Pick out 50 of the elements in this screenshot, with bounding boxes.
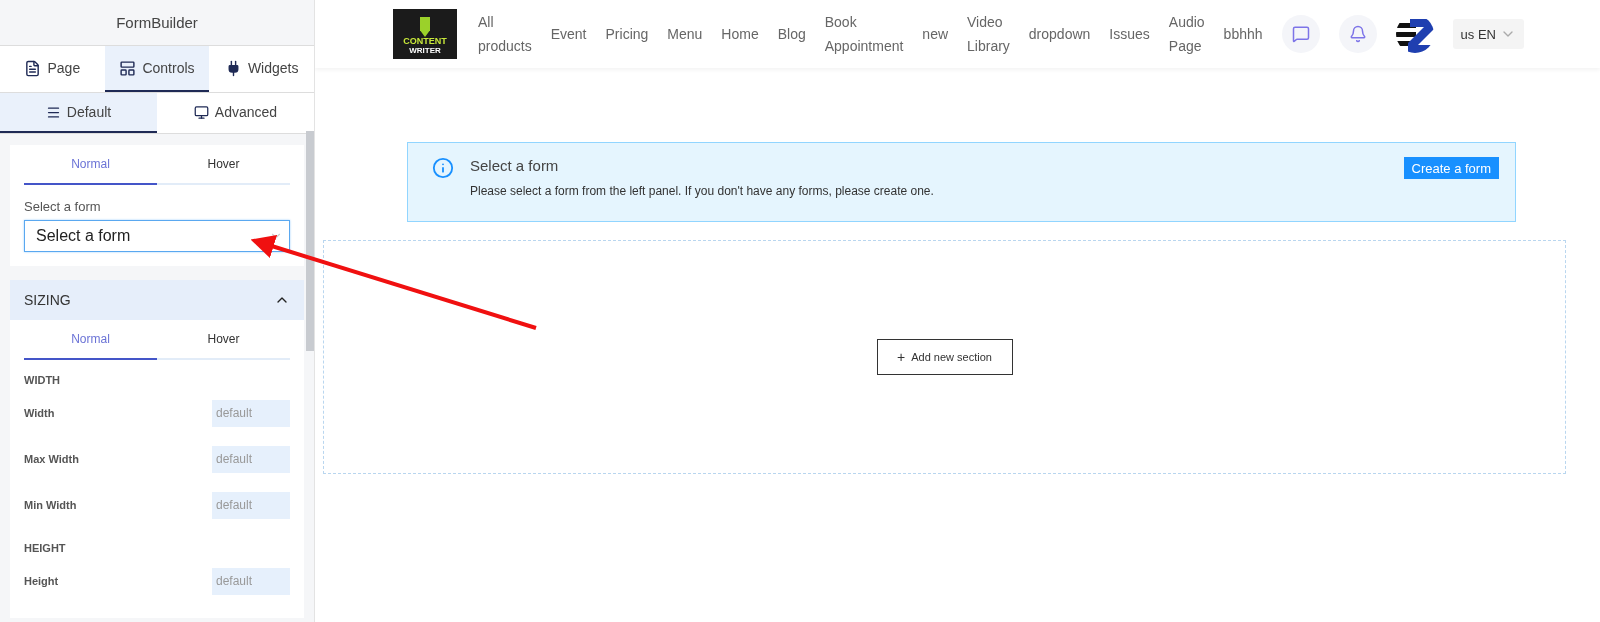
- field-label: Select a form: [24, 199, 102, 214]
- document-icon: [24, 59, 42, 77]
- nav-link[interactable]: Audio Page: [1168, 10, 1205, 58]
- info-icon: [432, 157, 454, 179]
- nav-link[interactable]: Video Library: [967, 10, 1010, 58]
- notification-button[interactable]: [1338, 15, 1377, 53]
- language-select[interactable]: us EN: [1452, 19, 1524, 49]
- alert-message: Please select a form from the left panel. If you don't have any forms, please create one.: [470, 184, 935, 198]
- panel-tab[interactable]: Controls: [104, 46, 210, 92]
- nav-link[interactable]: Home: [721, 22, 759, 46]
- input-field[interactable]: default: [212, 445, 290, 473]
- alert-title: Select a form: [470, 157, 560, 174]
- nav-link[interactable]: Blog: [777, 22, 806, 46]
- chat-button[interactable]: [1281, 15, 1320, 53]
- scrollbar[interactable]: [306, 131, 314, 351]
- monitor-icon: [193, 104, 209, 120]
- menu-icon: [45, 104, 61, 120]
- chat-icon: [1291, 25, 1310, 43]
- field-label: Height: [24, 575, 59, 587]
- add-section-button[interactable]: + Add new section: [876, 339, 1013, 375]
- nav-link[interactable]: Book Appointment: [824, 10, 904, 58]
- input-field[interactable]: default: [212, 567, 290, 595]
- group-heading: HEIGHT: [24, 541, 67, 556]
- input-field[interactable]: default: [212, 491, 290, 519]
- layout-icon: [119, 59, 137, 77]
- input-field[interactable]: default: [212, 399, 290, 427]
- field-label: Min Width: [24, 499, 77, 511]
- form-select[interactable]: Select a form: [24, 220, 290, 252]
- create-form-button[interactable]: Create a form: [1403, 157, 1499, 179]
- state-tab[interactable]: Normal: [24, 320, 157, 360]
- nav-link[interactable]: Issues: [1109, 22, 1150, 46]
- nav-link[interactable]: All products: [478, 10, 532, 58]
- state-tab[interactable]: Hover: [157, 320, 290, 360]
- field-label: Max Width: [24, 453, 79, 465]
- nav-link[interactable]: dropdown: [1028, 22, 1091, 46]
- nav-link[interactable]: Pricing: [605, 22, 649, 46]
- nav-link[interactable]: bbhhh: [1223, 22, 1263, 46]
- bell-icon: [1348, 25, 1367, 43]
- mode-tab[interactable]: Default: [0, 93, 157, 133]
- plus-icon: +: [897, 349, 906, 365]
- logo: CONTENT WRITER: [393, 9, 457, 59]
- nav-link[interactable]: new: [922, 22, 949, 46]
- group-heading: WIDTH: [24, 373, 62, 388]
- field-label: Width: [24, 407, 55, 419]
- state-tab[interactable]: Normal: [24, 145, 157, 185]
- state-tab[interactable]: Hover: [157, 145, 290, 185]
- nav-link[interactable]: Menu: [667, 22, 703, 46]
- section-header[interactable]: SIZING: [10, 280, 304, 320]
- pencil-icon: [419, 17, 431, 38]
- nav-link[interactable]: Event: [550, 22, 587, 46]
